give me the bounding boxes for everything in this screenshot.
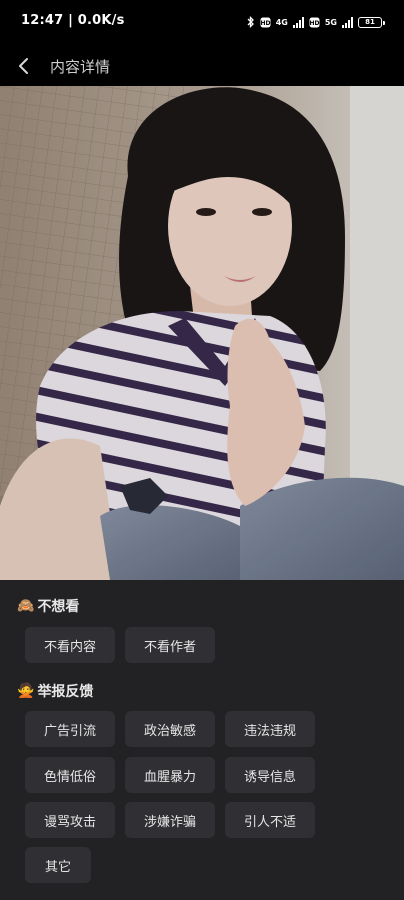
gesture-emoji-icon: 🙅 <box>17 683 35 699</box>
signal-icon <box>342 16 353 28</box>
feedback-sheet: 🙈 不想看 不看内容 不看作者 🙅 举报反馈 广告引流 政治敏感 违法违规 色情… <box>0 580 404 900</box>
page-title: 内容详情 <box>50 57 111 76</box>
report-section-title: 🙅 举报反馈 <box>17 681 93 701</box>
report-option-political[interactable]: 政治敏感 <box>125 711 215 747</box>
not-interested-title: 不想看 <box>37 599 80 615</box>
report-option-illegal[interactable]: 违法违规 <box>225 711 315 747</box>
svg-text:HD: HD <box>309 20 319 27</box>
report-option-other[interactable]: 其它 <box>25 847 91 883</box>
battery-icon: 81 <box>358 16 385 28</box>
content-photo[interactable] <box>0 86 404 580</box>
report-option-misleading[interactable]: 诱导信息 <box>225 757 315 793</box>
not-interested-section-title: 🙈 不想看 <box>17 596 79 616</box>
status-bar: 12:47 | 0.0K/s HD 4G HD 5G 81 <box>0 0 404 46</box>
report-option-abuse[interactable]: 谩骂攻击 <box>25 802 115 838</box>
option-hide-content[interactable]: 不看内容 <box>25 627 115 663</box>
screen: 12:47 | 0.0K/s HD 4G HD 5G 81 内容详情 🙈 不想看… <box>0 0 404 900</box>
hd-icon: HD <box>260 17 270 27</box>
report-option-violence[interactable]: 血腥暴力 <box>125 757 215 793</box>
chevron-left-icon <box>19 58 28 74</box>
bluetooth-icon <box>247 16 254 28</box>
report-option-ad[interactable]: 广告引流 <box>25 711 115 747</box>
network-5g-label: 5G <box>324 17 337 27</box>
option-hide-author[interactable]: 不看作者 <box>125 627 215 663</box>
network-4g-label: 4G <box>275 17 288 27</box>
report-title: 举报反馈 <box>37 684 94 700</box>
battery-level: 81 <box>365 17 375 26</box>
svg-text:HD: HD <box>260 20 270 27</box>
status-time: 12:47 | 0.0K/s <box>21 13 125 28</box>
report-option-vulgar[interactable]: 色情低俗 <box>25 757 115 793</box>
header: 内容详情 <box>0 46 404 86</box>
status-icons: HD 4G HD 5G 81 <box>247 14 385 30</box>
back-button[interactable] <box>0 46 48 86</box>
monkey-emoji-icon: 🙈 <box>17 598 35 614</box>
signal-icon <box>292 16 304 28</box>
report-option-fraud[interactable]: 涉嫌诈骗 <box>125 802 215 838</box>
hd-icon: HD <box>309 17 319 27</box>
photo-illustration <box>0 86 404 580</box>
report-option-discomfort[interactable]: 引人不适 <box>225 802 315 838</box>
